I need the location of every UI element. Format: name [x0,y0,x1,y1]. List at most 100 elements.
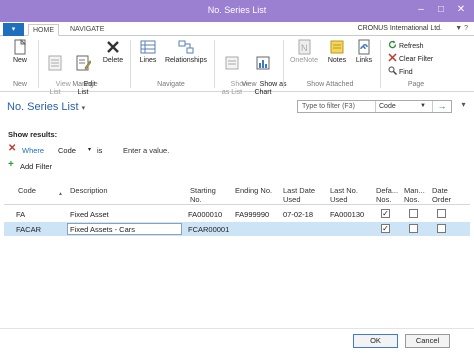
delete-label: Delete [102,57,124,64]
filter-go-icon[interactable]: → [432,101,451,112]
operator-label: is [97,146,103,155]
links-label: Links [355,57,373,64]
file-menu-button[interactable]: ▾ [3,23,24,36]
edit-list-icon [76,55,91,71]
column-header-manual-nos[interactable]: Man... Nos. [404,186,425,204]
find-button[interactable]: Find [388,66,413,76]
view-list-icon [48,55,62,71]
minimize-button[interactable]: – [412,3,430,17]
page-title[interactable]: No. Series List ▾ [7,101,85,113]
table-row-selected[interactable]: FACAR Fixed Assets - Cars FCAR00001 ✓ [4,222,470,236]
cell-code: FA [16,210,26,219]
show-as-list-icon [225,56,239,70]
separator [130,40,131,88]
column-header-date-order[interactable]: Date Order [432,186,451,204]
ok-button[interactable]: OK [353,334,398,348]
new-document-icon [14,39,27,55]
page-header: No. Series List ▾ Type to filter (F3) Co… [0,92,474,122]
cell-description-editor[interactable]: Fixed Assets - Cars [67,223,182,235]
links-button[interactable]: Links [352,39,376,65]
page-title-text: No. Series List [7,101,79,113]
onenote-icon: N [298,39,311,55]
delete-button[interactable]: Delete [100,39,126,65]
chevron-down-icon: ▾ [81,105,86,112]
dialog-footer: OK Cancel [0,328,474,358]
notes-label: Notes [327,57,347,64]
checkbox-default-nos[interactable]: ✓ [381,209,390,218]
remove-filter-icon[interactable]: ✕ [8,143,16,154]
checkbox-manual-nos[interactable] [409,209,418,218]
cell-description: Fixed Asset [70,210,109,219]
clear-filter-button[interactable]: Clear Filter [388,53,433,63]
add-icon[interactable]: + [8,159,14,170]
lines-button[interactable]: Lines [135,39,161,65]
refresh-button[interactable]: Refresh [388,40,424,50]
close-button[interactable]: ✕ [452,3,470,17]
lines-label: Lines [139,57,157,64]
header-divider [4,204,470,205]
separator [380,40,381,88]
where-label: Where [22,146,45,155]
table-row[interactable]: FA Fixed Asset FA000010 FA999990 07-02-1… [4,207,470,221]
maximize-button[interactable]: □ [432,3,450,17]
column-header-code[interactable]: Code [18,186,36,195]
clear-filter-icon [388,53,397,62]
group-label-navigate: Navigate [157,81,185,88]
links-icon [358,39,370,55]
add-filter-link[interactable]: Add Filter [20,162,52,171]
filter-value-input[interactable]: Enter a value. [123,146,169,155]
chevron-down-icon: ▼ [420,103,426,109]
filter-field-select[interactable]: Code ▼ [375,101,429,112]
tab-navigate[interactable]: NAVIGATE [70,24,104,36]
notes-icon [330,40,344,54]
quick-filter: Type to filter (F3) Code ▼ → [297,100,452,113]
group-label-manage: Manage [72,81,98,88]
help-icon[interactable]: ▼ ? [455,25,468,32]
tab-home[interactable]: HOME [28,24,59,36]
filter-field-value: Code [379,103,396,110]
lines-icon [140,40,156,54]
chart-icon [256,56,270,70]
window-title: No. Series List [207,5,267,15]
checkbox-date-order[interactable] [437,209,446,218]
find-label: Find [399,69,413,76]
window: No. Series List – □ ✕ ▾ HOME NAVIGATE CR… [0,0,474,358]
expand-filter-icon[interactable]: ▾ [458,100,469,113]
relationships-button[interactable]: Relationships [162,39,210,65]
column-header-last-no-used[interactable]: Last No. Used [330,186,358,204]
cell-last-no-used: FA000130 [330,210,365,219]
onenote-button[interactable]: N OneNote [286,39,322,65]
filter-input[interactable]: Type to filter (F3) [302,103,355,110]
cell-starting-no: FA000010 [188,210,223,219]
separator [38,40,39,88]
column-header-ending-no[interactable]: Ending No. [235,186,272,195]
ribbon: New View List Edit List Delete Lines Rel… [0,36,474,96]
company-name[interactable]: CRONUS International Ltd. [358,25,442,32]
filter-field-dropdown[interactable]: Code [58,146,76,155]
svg-text:N: N [301,43,308,53]
new-button[interactable]: New [8,39,32,65]
column-header-last-date-used[interactable]: Last Date Used [283,186,315,204]
notes-button[interactable]: Notes [324,39,350,65]
group-label-page: Page [407,81,425,88]
chevron-down-icon[interactable]: ▾ [88,146,91,153]
checkbox-manual-nos[interactable] [409,224,418,233]
column-header-description[interactable]: Description [70,186,108,195]
group-label-show-attached: Show Attached [306,81,354,88]
relationships-icon [178,40,194,54]
column-header-starting-no[interactable]: Starting No. [190,186,216,204]
delete-icon [107,41,119,53]
relationships-label: Relationships [164,57,208,64]
refresh-label: Refresh [399,43,424,50]
refresh-icon [388,40,397,49]
column-header-default-nos[interactable]: Defa... Nos. [376,186,398,204]
find-icon [388,66,398,76]
data-grid: Code ▲ Description Starting No. Ending N… [0,180,474,320]
new-label: New [12,57,27,64]
checkbox-default-nos[interactable]: ✓ [381,224,390,233]
checkbox-date-order[interactable] [437,224,446,233]
onenote-label: OneNote [289,57,319,64]
group-label-new: New [12,81,27,88]
cell-ending-no: FA999990 [235,210,270,219]
cancel-button[interactable]: Cancel [405,334,450,348]
